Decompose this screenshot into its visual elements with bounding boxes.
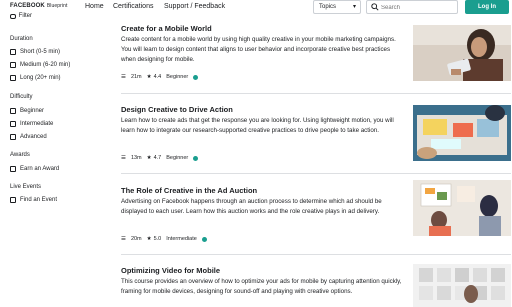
filter-option-beginner[interactable]: Beginner [10, 108, 44, 114]
course-meta: ☰ 21m ★ 4.4 Beginner [121, 74, 199, 80]
course-level: Beginner [166, 155, 189, 161]
list-icon: ☰ [121, 236, 126, 242]
course-level: Beginner [166, 74, 189, 80]
course-description: This course provides an overview of how … [121, 278, 402, 296]
course-duration: 20m [130, 236, 142, 242]
topics-dropdown-label: Topics [319, 4, 337, 10]
star-icon: ★ [146, 236, 152, 242]
nav-support-feedback-link[interactable]: Support / Feedback [164, 3, 225, 10]
course-description: Create content for a mobile world by usi… [121, 36, 396, 64]
course-card[interactable]: Create for a Mobile World Create content… [121, 24, 511, 84]
course-meta: ☰ 20m ★ 5.0 Intermediate [121, 236, 207, 242]
login-button[interactable]: Log In [465, 0, 509, 14]
filter-option-intermediate[interactable]: Intermediate [10, 121, 53, 127]
option-label: Find an Event [20, 197, 58, 203]
search-icon [371, 3, 379, 11]
filter-option-find-event[interactable]: Find an Event [10, 197, 57, 203]
course-rating: 4.7 [153, 155, 162, 161]
checkbox[interactable] [10, 166, 16, 172]
star-icon: ★ [146, 155, 152, 161]
course-title[interactable]: Optimizing Video for Mobile [121, 266, 220, 275]
option-label: Advanced [20, 134, 47, 140]
filter-option-short[interactable]: Short (0-5 min) [10, 49, 60, 55]
award-badge-icon [193, 155, 199, 161]
filter-button[interactable]: Filter [10, 13, 32, 19]
course-title[interactable]: Design Creative to Drive Action [121, 105, 233, 114]
filter-option-medium[interactable]: Medium (6-20 min) [10, 62, 70, 68]
duration-section-title: Duration [10, 36, 33, 42]
divider [121, 173, 511, 174]
checkbox[interactable] [10, 75, 16, 81]
search-box[interactable] [366, 0, 458, 14]
filter-icon [10, 13, 16, 19]
checkbox[interactable] [10, 49, 16, 55]
filter-label: Filter [18, 13, 32, 19]
course-thumbnail-image[interactable] [413, 180, 511, 236]
checkbox[interactable] [10, 197, 16, 203]
checkbox[interactable] [10, 108, 16, 114]
course-card[interactable]: The Role of Creative in the Ad Auction A… [121, 180, 511, 246]
option-label: Long (20+ min) [20, 75, 61, 81]
awards-section-title: Awards [10, 152, 30, 158]
course-card[interactable]: Optimizing Video for Mobile This course … [121, 264, 511, 307]
option-label: Short (0-5 min) [20, 49, 61, 55]
course-meta: ☰ 13m ★ 4.7 Beginner [121, 155, 199, 161]
checkbox[interactable] [10, 62, 16, 68]
course-title[interactable]: Create for a Mobile World [121, 24, 212, 33]
option-label: Intermediate [20, 121, 54, 127]
difficulty-section-title: Difficulty [10, 94, 33, 100]
top-navigation-bar: FACEBOOK Blueprint Home Certifications Su… [0, 0, 512, 16]
option-label: Medium (6-20 min) [20, 62, 71, 68]
checkbox[interactable] [10, 121, 16, 127]
search-input[interactable] [381, 3, 453, 12]
course-thumbnail-image[interactable] [413, 25, 511, 81]
award-badge-icon [193, 74, 199, 80]
logo-subtext: Blueprint [46, 3, 68, 9]
filter-option-advanced[interactable]: Advanced [10, 134, 47, 140]
course-rating: 4.4 [153, 74, 162, 80]
nav-certifications-link[interactable]: Certifications [113, 3, 153, 10]
course-thumbnail-image[interactable] [413, 105, 511, 161]
live-events-section-title: Live Events [10, 184, 42, 190]
filter-option-long[interactable]: Long (20+ min) [10, 75, 61, 81]
site-logo[interactable]: FACEBOOK Blueprint [10, 3, 67, 9]
chevron-down-icon: ▾ [352, 4, 356, 10]
list-icon: ☰ [121, 155, 126, 161]
topics-dropdown[interactable]: Topics ▾ [313, 0, 361, 14]
checkbox[interactable] [10, 134, 16, 140]
course-level: Intermediate [166, 236, 197, 242]
logo-text: FACEBOOK [10, 3, 45, 9]
option-label: Beginner [20, 108, 45, 114]
nav-home-link[interactable]: Home [85, 3, 104, 10]
course-rating: 5.0 [153, 236, 162, 242]
course-card[interactable]: Design Creative to Drive Action Learn ho… [121, 105, 511, 165]
course-description: Learn how to create ads that get the res… [121, 117, 394, 135]
list-icon: ☰ [121, 74, 126, 80]
course-thumbnail-image[interactable] [413, 264, 511, 307]
star-icon: ★ [146, 74, 152, 80]
course-duration: 13m [130, 155, 142, 161]
divider [121, 254, 511, 255]
filter-option-earn-award[interactable]: Earn an Award [10, 166, 59, 172]
divider [121, 93, 511, 94]
course-title[interactable]: The Role of Creative in the Ad Auction [121, 186, 257, 195]
course-description: Advertising on Facebook happens through … [121, 198, 382, 216]
course-duration: 21m [130, 74, 142, 80]
award-badge-icon [201, 236, 207, 242]
option-label: Earn an Award [20, 166, 60, 172]
